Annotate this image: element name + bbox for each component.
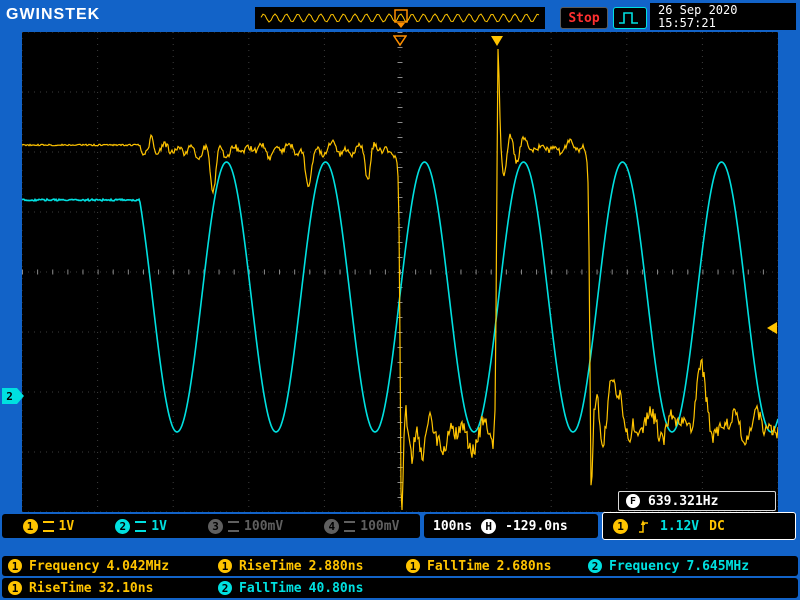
channel-status-bar: 1 1V 2 1V 3 100mV 4 100mV [2,514,420,538]
stop-status-button[interactable]: Stop [560,7,608,29]
acquisition-preview[interactable] [255,7,545,29]
datetime-display: 26 Sep 2020 15:57:21 [650,3,796,30]
waveform-display: F 639.321Hz [22,32,778,512]
trigger-level-marker[interactable] [766,320,778,339]
channel2-badge: 2 [115,519,130,534]
coupling-icon [228,521,239,532]
h-position-icon: H [481,519,496,534]
meas-label: FallTime [427,559,490,574]
channel3-badge: 3 [208,519,223,534]
frequency-counter: F 639.321Hz [618,491,776,511]
preview-waveform [255,7,545,29]
channel2-scale: 1V [151,519,167,534]
trigger-status-box[interactable]: 1 1.12V DC [602,512,796,540]
trigger-level-value: 1.12V [660,519,699,534]
timebase-value: 100ns [433,519,472,534]
measurement-ch2-frequency: 2 Frequency 7.645MHz [582,559,798,574]
measurement-ch1-frequency: 1 Frequency 4.042MHz [2,559,212,574]
waveform-plot [22,32,778,512]
meas-ch-badge: 1 [8,559,22,573]
rising-edge-icon [638,518,650,534]
meas-value: 7.645MHz [686,559,749,574]
measurement-ch2-falltime: 2 FallTime 40.80ns [212,581,400,596]
trigger-source-badge: 1 [613,519,628,534]
h-position-value: -129.0ns [505,519,568,534]
measurement-ch1-risetime-2: 1 RiseTime 32.10ns [2,581,212,596]
meas-value: 2.680ns [497,559,552,574]
meas-ch-badge: 1 [406,559,420,573]
channel4-scale: 100mV [360,519,399,534]
horizontal-status-bar[interactable]: 100ns H -129.0ns [424,514,598,538]
ch2-position-marker[interactable]: 2 [2,388,17,404]
meas-label: RiseTime [239,559,302,574]
measurement-ch1-risetime: 1 RiseTime 2.880ns [212,559,400,574]
measurement-row-2: 1 RiseTime 32.10ns 2 FallTime 40.80ns [2,578,798,598]
channel3-status[interactable]: 3 100mV [208,519,283,534]
meas-label: Frequency [29,559,99,574]
trigger-time-marker[interactable] [393,32,407,51]
channel4-status[interactable]: 4 100mV [324,519,399,534]
meas-label: Frequency [609,559,679,574]
channel2-status[interactable]: 2 1V [115,519,167,534]
meas-ch-badge: 2 [588,559,602,573]
meas-ch-badge: 1 [8,581,22,595]
coupling-icon [344,521,355,532]
meas-ch-badge: 2 [218,581,232,595]
meas-ch-badge: 1 [218,559,232,573]
freq-counter-icon: F [626,494,640,508]
channel1-badge: 1 [23,519,38,534]
gwinstek-logo: GWINSTEK [6,6,100,24]
meas-value: 4.042MHz [106,559,169,574]
meas-label: FallTime [239,581,302,596]
trigger-point-marker[interactable] [490,32,504,51]
freq-counter-value: 639.321Hz [648,494,718,509]
meas-value: 40.80ns [309,581,364,596]
trigger-coupling-value: DC [709,519,725,534]
coupling-icon [43,521,54,532]
coupling-icon [135,521,146,532]
channel1-status[interactable]: 1 1V [23,519,75,534]
trigger-slope-indicator [613,7,647,29]
measurement-ch1-falltime: 1 FallTime 2.680ns [400,559,582,574]
measurement-row-1: 1 Frequency 4.042MHz 1 RiseTime 2.880ns … [2,556,798,576]
meas-label: RiseTime [29,581,92,596]
channel3-scale: 100mV [244,519,283,534]
channel1-scale: 1V [59,519,75,534]
channel4-badge: 4 [324,519,339,534]
time-text: 15:57:21 [658,17,796,30]
meas-value: 2.880ns [309,559,364,574]
pulse-icon [617,9,643,27]
meas-value: 32.10ns [99,581,154,596]
